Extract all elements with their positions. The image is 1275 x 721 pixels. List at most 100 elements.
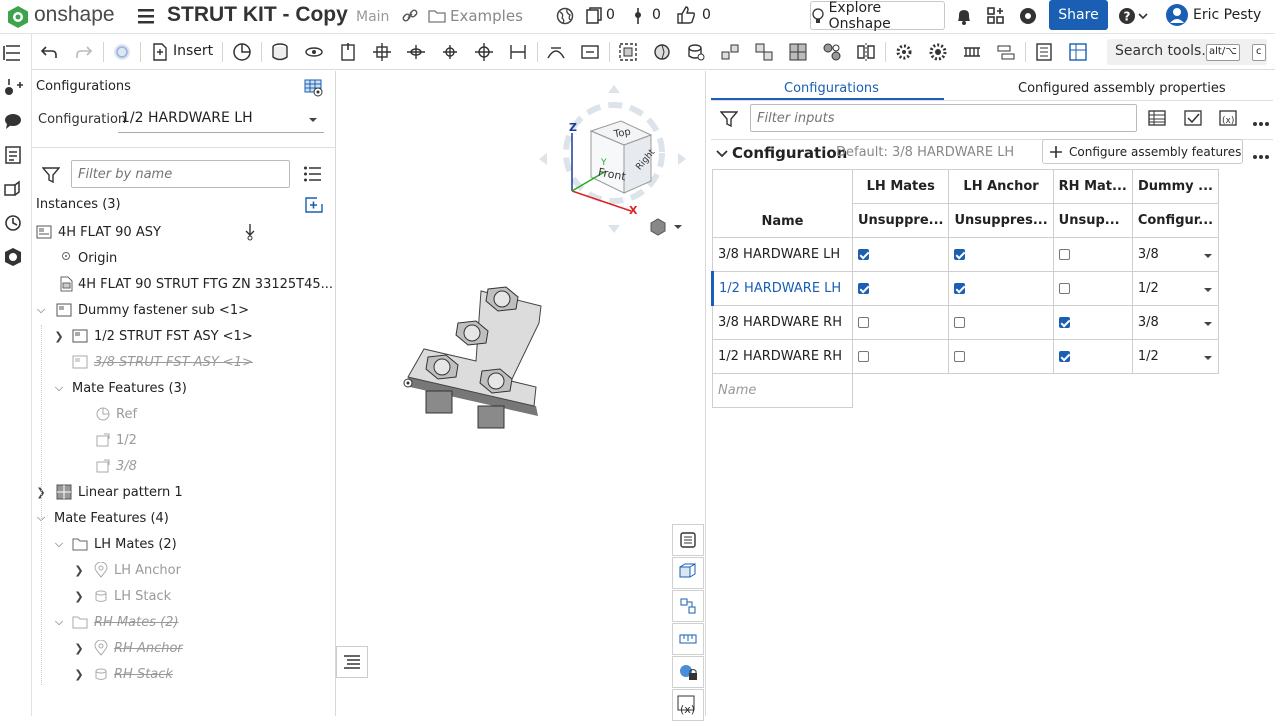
list-view-icon[interactable] [304, 166, 322, 186]
tree-row-origin[interactable]: Origin [60, 245, 117, 271]
tree-row-half[interactable]: 1/2 [96, 427, 137, 453]
add-instance-icon[interactable] [3, 77, 23, 97]
chevron-down-icon[interactable] [716, 148, 728, 163]
chevron-down-icon[interactable]: ⌵ [52, 615, 66, 629]
tree-row-linear-pattern[interactable]: ❯ Linear pattern 1 [34, 479, 183, 505]
mate-values-icon[interactable] [672, 590, 704, 622]
tree-row-rh-anchor[interactable]: ❯ RH Anchor [72, 635, 183, 661]
apps-icon[interactable] [986, 6, 1006, 30]
tree-row-half-strut[interactable]: ❯ 1/2 STRUT FST ASY <1> [52, 323, 252, 349]
bill-of-materials-icon[interactable] [1034, 42, 1054, 62]
configure-assembly-features-button[interactable]: Configure assembly features [1042, 139, 1243, 164]
dummy-header[interactable]: Dummy ... [1131, 169, 1220, 204]
branch-name[interactable]: Main [356, 9, 389, 25]
strut-kit-3d-model[interactable] [396, 281, 616, 441]
explore-onshape-button[interactable]: Explore Onshape [810, 0, 945, 32]
tree-row-mate-features-4[interactable]: ⌵ Mate Features (4) [34, 505, 169, 531]
lh-anchor-checkbox[interactable] [954, 283, 966, 294]
like-icon[interactable] [676, 5, 696, 29]
history-icon[interactable] [3, 213, 23, 233]
tree-row-lh-mates[interactable]: ⌵ LH Mates (2) [52, 531, 177, 557]
new-configuration-name-input[interactable]: Name [712, 373, 853, 408]
lh-mates-checkbox[interactable] [858, 351, 869, 362]
named-positions-icon[interactable] [822, 42, 842, 62]
rh-mates-checkbox[interactable] [1058, 283, 1070, 294]
tree-row-root-assembly[interactable]: 4H FLAT 90 ASY [36, 219, 161, 245]
explode-view-icon[interactable] [788, 42, 808, 62]
chevron-right-icon[interactable]: ❯ [72, 590, 86, 603]
share-button[interactable]: Share [1049, 0, 1108, 30]
versions-icon[interactable] [585, 7, 603, 29]
appearance-lock-icon[interactable] [672, 656, 704, 688]
feature-list-toggle-icon[interactable] [336, 646, 368, 678]
tangent-mate-icon[interactable] [546, 42, 566, 62]
filter-inputs-field[interactable] [750, 104, 1137, 132]
group-icon[interactable] [618, 42, 638, 62]
undo-icon[interactable] [39, 42, 59, 62]
lh-anchor-checkbox[interactable] [954, 351, 966, 362]
dummy-select[interactable]: 3/8 [1131, 305, 1220, 340]
configuration-table-icon[interactable] [304, 79, 324, 101]
more-options-icon[interactable] [1252, 149, 1270, 164]
pin-down-icon[interactable] [244, 223, 256, 245]
cylindrical-mate-icon[interactable] [406, 42, 426, 62]
redo-icon[interactable] [74, 42, 94, 62]
regenerate-icon[interactable] [112, 42, 132, 62]
document-title[interactable]: STRUT KIT - Copy [167, 3, 348, 27]
lh-anchor-header[interactable]: LH Anchor [948, 169, 1054, 204]
variable-icon[interactable]: (x) [672, 689, 704, 721]
configurations-toggle-icon[interactable] [1068, 42, 1088, 62]
folder-link[interactable]: Examples [450, 7, 523, 25]
globe-icon[interactable] [556, 7, 574, 29]
rh-mates-header[interactable]: RH Mat... [1052, 169, 1133, 204]
branches-icon[interactable] [632, 6, 644, 30]
view-cube[interactable]: Top Front Right Z X Y [536, 83, 686, 238]
graphics-viewport[interactable]: Top Front Right Z X Y [336, 71, 705, 716]
user-avatar-icon[interactable] [1165, 3, 1189, 31]
properties-panel-icon[interactable] [672, 524, 704, 556]
table-view-icon[interactable] [1148, 109, 1166, 131]
tree-row-3-8[interactable]: 3/8 [96, 453, 137, 479]
parallel-mate-icon[interactable] [508, 42, 528, 62]
help-icon[interactable]: ? [1118, 6, 1148, 30]
measure-icon[interactable] [672, 623, 704, 655]
mirror-icon[interactable] [856, 42, 876, 62]
chevron-right-icon[interactable]: ❯ [52, 330, 66, 343]
chevron-down-icon[interactable]: ⌵ [52, 537, 66, 551]
chevron-down-icon[interactable]: ⌵ [52, 381, 66, 395]
tree-row-dummy-fastener[interactable]: ⌵ Dummy fastener sub <1> [34, 297, 249, 323]
table-row[interactable]: 1/2 HARDWARE LH 1/2 [711, 271, 1220, 306]
tree-row-rh-stack[interactable]: ❯ RH Stack [72, 661, 173, 687]
ball-mate-icon[interactable] [474, 42, 494, 62]
comments-icon[interactable] [3, 111, 23, 131]
search-tools-box[interactable]: Search tools... alt/⌥ c [1107, 39, 1267, 65]
row-name[interactable]: 3/8 HARDWARE RH [712, 305, 853, 340]
lh-anchor-checkbox[interactable] [954, 249, 966, 260]
checklist-icon[interactable] [1184, 109, 1202, 131]
feature-list-icon[interactable] [3, 43, 23, 63]
lh-mates-header[interactable]: LH Mates [851, 169, 950, 204]
tree-row-part[interactable]: 4H FLAT 90 STRUT FTG ZN 33125T45... [58, 271, 333, 297]
tree-row-rh-mates[interactable]: ⌵ RH Mates (2) [52, 609, 179, 635]
pin-slot-mate-icon[interactable] [440, 42, 460, 62]
view-options-cube-icon[interactable] [650, 218, 684, 240]
notes-icon[interactable] [3, 145, 23, 165]
dummy-select[interactable]: 3/8 [1131, 237, 1220, 272]
insert-part-icon[interactable] [672, 557, 704, 589]
lh-mates-checkbox[interactable] [858, 283, 869, 294]
table-row[interactable]: 3/8 HARDWARE LH 3/8 [712, 237, 1220, 272]
lh-mates-checkbox[interactable] [858, 249, 869, 260]
dummy-select[interactable]: 1/2 [1131, 339, 1220, 374]
mate-relation-icon[interactable] [686, 42, 706, 62]
row-name[interactable]: 1/2 HARDWARE RH [712, 339, 853, 374]
revolute-mate-icon[interactable] [304, 42, 324, 62]
rh-mates-checkbox[interactable] [1058, 317, 1070, 328]
chevron-right-icon[interactable]: ❯ [72, 668, 86, 681]
user-name[interactable]: Eric Pesty [1193, 7, 1261, 23]
more-options-icon[interactable] [1252, 116, 1270, 131]
slider-mate-icon[interactable] [338, 42, 358, 62]
chevron-right-icon[interactable]: ❯ [72, 642, 86, 655]
mate-connector-icon[interactable] [232, 42, 252, 62]
rack-pinion-icon[interactable] [928, 42, 948, 62]
learning-center-icon[interactable] [1018, 6, 1038, 30]
